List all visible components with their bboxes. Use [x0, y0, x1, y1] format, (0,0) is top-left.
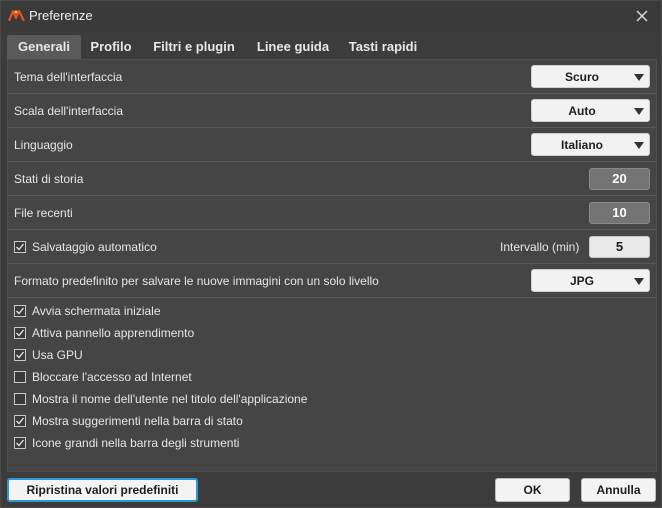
- checkmark-icon: [16, 439, 25, 447]
- list-item[interactable]: Avvia schermata iniziale: [8, 300, 656, 322]
- list-item[interactable]: Attiva pannello apprendimento: [8, 322, 656, 344]
- close-icon[interactable]: [633, 7, 651, 25]
- autosave-label: Salvataggio automatico: [32, 240, 157, 254]
- recent-files-label: File recenti: [14, 206, 73, 220]
- checkmark-icon: [16, 417, 25, 425]
- scale-value: Auto: [568, 104, 596, 118]
- language-row: Linguaggio Italiano: [8, 128, 656, 162]
- language-label: Linguaggio: [14, 138, 73, 152]
- list-item[interactable]: Bloccare l'accesso ad Internet: [8, 366, 656, 388]
- checkmark-icon: [16, 351, 25, 359]
- list-item[interactable]: Icone grandi nella barra degli strumenti: [8, 432, 656, 454]
- reset-defaults-button[interactable]: Ripristina valori predefiniti: [7, 478, 198, 502]
- autosave-checkbox[interactable]: [14, 241, 26, 253]
- format-label: Formato predefinito per salvare le nuove…: [14, 274, 379, 288]
- tab-filtri-e-plugin[interactable]: Filtri e plugin: [147, 35, 241, 59]
- language-value: Italiano: [560, 138, 603, 152]
- title-bar[interactable]: Preferenze: [1, 1, 661, 31]
- chevron-down-icon: [634, 278, 644, 285]
- tab-generali[interactable]: Generali: [7, 35, 81, 59]
- checkbox-block-internet[interactable]: [14, 371, 26, 383]
- checkbox-large-icons[interactable]: [14, 437, 26, 449]
- checkmark-icon: [16, 329, 25, 337]
- chevron-down-icon: [634, 142, 644, 149]
- checkbox-status-tips[interactable]: [14, 415, 26, 427]
- dialog-footer: Ripristina valori predefiniti OK Annulla: [1, 473, 661, 508]
- list-item[interactable]: Usa GPU: [8, 344, 656, 366]
- app-logo-icon: [8, 9, 25, 22]
- tab-linee-guida[interactable]: Linee guida: [251, 35, 335, 59]
- checkbox-label: Bloccare l'accesso ad Internet: [32, 370, 192, 384]
- checkmark-icon: [16, 307, 25, 315]
- ok-button[interactable]: OK: [495, 478, 570, 502]
- list-item[interactable]: Mostra il nome dell'utente nel titolo de…: [8, 388, 656, 410]
- checkmark-icon: [16, 243, 25, 251]
- language-dropdown[interactable]: Italiano: [531, 133, 650, 156]
- checkbox-username-in-title[interactable]: [14, 393, 26, 405]
- tab-tasti-rapidi[interactable]: Tasti rapidi: [343, 35, 423, 59]
- chevron-down-icon: [634, 108, 644, 115]
- checkbox-label: Mostra suggerimenti nella barra di stato: [32, 414, 243, 428]
- checkbox-start-screen[interactable]: [14, 305, 26, 317]
- checkbox-use-gpu[interactable]: [14, 349, 26, 361]
- checkbox-label: Icone grandi nella barra degli strumenti: [32, 436, 240, 450]
- scale-row: Scala dell'interfaccia Auto: [8, 94, 656, 128]
- interval-label: Intervallo (min): [500, 240, 580, 254]
- settings-panel: Tema dell'interfaccia Scuro Scala dell'i…: [7, 59, 657, 472]
- theme-dropdown[interactable]: Scuro: [531, 65, 650, 88]
- history-row: Stati di storia 20: [8, 162, 656, 196]
- scale-dropdown[interactable]: Auto: [531, 99, 650, 122]
- checkbox-label: Avvia schermata iniziale: [32, 304, 161, 318]
- autosave-row: Salvataggio automatico Intervallo (min) …: [8, 230, 656, 264]
- format-row: Formato predefinito per salvare le nuove…: [8, 264, 656, 298]
- window-title: Preferenze: [29, 8, 93, 23]
- recent-files-input[interactable]: 10: [589, 202, 650, 224]
- checkbox-learning-panel[interactable]: [14, 327, 26, 339]
- checkbox-label: Mostra il nome dell'utente nel titolo de…: [32, 392, 308, 406]
- history-label: Stati di storia: [14, 172, 84, 186]
- list-item[interactable]: Mostra suggerimenti nella barra di stato: [8, 410, 656, 432]
- theme-label: Tema dell'interfaccia: [14, 70, 123, 84]
- theme-value: Scuro: [564, 70, 599, 84]
- format-value: JPG: [569, 274, 594, 288]
- tab-profilo[interactable]: Profilo: [83, 35, 139, 59]
- recent-files-row: File recenti 10: [8, 196, 656, 230]
- history-input[interactable]: 20: [589, 168, 650, 190]
- scale-label: Scala dell'interfaccia: [14, 104, 124, 118]
- theme-row: Tema dell'interfaccia Scuro: [8, 60, 656, 94]
- preferences-dialog: Preferenze Generali Profilo Filtri e plu…: [0, 0, 662, 508]
- checkbox-label: Usa GPU: [32, 348, 83, 362]
- chevron-down-icon: [634, 74, 644, 81]
- interval-input[interactable]: 5: [589, 236, 650, 258]
- format-dropdown[interactable]: JPG: [531, 269, 650, 292]
- cancel-button[interactable]: Annulla: [581, 478, 656, 502]
- checkbox-label: Attiva pannello apprendimento: [32, 326, 195, 340]
